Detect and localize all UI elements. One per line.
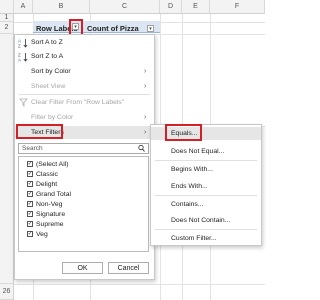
sort-z-to-a-item[interactable]: ZA Sort Z to A (15, 50, 154, 63)
custom-filter-item[interactable]: Custom Filter... (151, 232, 261, 245)
column-b-label: B (58, 3, 64, 10)
svg-text:A: A (18, 57, 21, 62)
clear-filter-label: Clear Filter From "Row Labels" (31, 99, 125, 106)
checkbox-checked-icon[interactable]: ✓ (27, 201, 33, 207)
row-2-label: 2 (4, 24, 9, 31)
column-header-a[interactable]: A (14, 0, 33, 14)
list-item[interactable]: ✓ Signature (27, 209, 65, 219)
column-header-b[interactable]: B (33, 0, 90, 14)
svg-text:Z: Z (18, 43, 21, 48)
chevron-down-icon: ▾ (149, 25, 152, 32)
checkbox-checked-icon[interactable]: ✓ (27, 221, 33, 227)
clear-filter-item[interactable]: Clear Filter From "Row Labels" (15, 96, 154, 109)
highlight-box (165, 124, 202, 141)
list-item[interactable]: ✓ Grand Total (27, 189, 71, 199)
ends-with-label: Ends With... (171, 183, 208, 190)
begins-with-label: Begins With... (171, 166, 213, 173)
chevron-right-icon: › (144, 83, 147, 90)
ends-with-item[interactable]: Ends With... (151, 180, 261, 193)
list-item-label: Veg (36, 230, 48, 238)
list-item[interactable]: ✓ Supreme (27, 219, 64, 229)
checkbox-checked-icon[interactable]: ✓ (27, 181, 33, 187)
list-item-label: Grand Total (36, 190, 72, 198)
cancel-button[interactable]: Cancel (108, 262, 149, 274)
menu-separator (155, 229, 257, 230)
column-header-c[interactable]: C (90, 0, 160, 14)
list-item-label: Supreme (36, 220, 64, 228)
list-item[interactable]: ✓ (Select All) (27, 159, 68, 169)
ok-button[interactable]: OK (62, 262, 103, 274)
sort-az-icon: AZ (15, 38, 31, 48)
sheet-view-item[interactable]: Sheet View › (15, 80, 154, 93)
filter-by-color-label: Filter by Color (31, 114, 74, 121)
custom-filter-label: Custom Filter... (171, 235, 217, 242)
sort-za-icon: ZA (15, 52, 31, 62)
gridline (14, 284, 265, 285)
search-placeholder: Search (22, 145, 43, 152)
row-header-26[interactable]: 26 (0, 284, 14, 300)
list-item-label: Signature (36, 210, 66, 218)
does-not-contain-item[interactable]: Does Not Contain... (151, 214, 261, 227)
column-f-label: F (234, 3, 240, 10)
sort-az-label: Sort A to Z (31, 39, 63, 46)
column-header-f[interactable]: F (210, 0, 265, 14)
contains-label: Contains... (171, 201, 204, 208)
menu-separator (155, 160, 257, 161)
checkbox-checked-icon[interactable]: ✓ (27, 161, 33, 167)
search-input[interactable]: Search (18, 143, 149, 154)
column-header-e[interactable]: E (182, 0, 210, 14)
checkbox-checked-icon[interactable]: ✓ (27, 231, 33, 237)
sort-za-label: Sort Z to A (31, 53, 64, 60)
row-header-2[interactable]: 2 (0, 22, 14, 34)
row-26-label: 26 (2, 288, 11, 295)
sort-by-color-label: Sort by Color (31, 68, 71, 75)
row-1-label: 1 (4, 14, 9, 21)
column-c-label: C (121, 3, 128, 10)
checkbox-checked-icon[interactable]: ✓ (27, 191, 33, 197)
list-item[interactable]: ✓ Veg (27, 229, 48, 239)
search-icon (138, 144, 145, 155)
menu-separator (155, 195, 257, 196)
does-not-equal-item[interactable]: Does Not Equal... (151, 145, 261, 158)
count-of-pizza-header: Count of Pizza (87, 24, 139, 33)
column-a-label: A (20, 3, 26, 10)
column-header-d[interactable]: D (160, 0, 182, 14)
column-e-label: E (193, 3, 198, 10)
list-item[interactable]: ✓ Non-Veg (27, 199, 62, 209)
list-item-label: Delight (36, 180, 58, 188)
does-not-contain-label: Does Not Contain... (171, 217, 231, 224)
contains-item[interactable]: Contains... (151, 198, 261, 211)
checkbox-checked-icon[interactable]: ✓ (27, 211, 33, 217)
begins-with-item[interactable]: Begins With... (151, 163, 261, 176)
filter-by-color-item[interactable]: Filter by Color › (15, 111, 154, 124)
clear-filter-icon (15, 98, 31, 107)
column-d-label: D (167, 3, 174, 10)
list-item-label: Non-Veg (36, 200, 63, 208)
chevron-right-icon: › (144, 114, 147, 121)
highlight-box (16, 124, 63, 139)
menu-separator (19, 94, 150, 95)
list-item[interactable]: ✓ Delight (27, 179, 57, 189)
list-item-label: Classic (36, 170, 58, 178)
list-item[interactable]: ✓ Classic (27, 169, 58, 179)
checkbox-checked-icon[interactable]: ✓ (27, 171, 33, 177)
does-not-equal-label: Does Not Equal... (171, 148, 225, 155)
sort-a-to-z-item[interactable]: AZ Sort A to Z (15, 36, 154, 49)
sheet-view-label: Sheet View (31, 83, 66, 90)
sort-by-color-item[interactable]: Sort by Color › (15, 65, 154, 78)
row-header-1[interactable]: 1 (0, 14, 14, 22)
text-filters-submenu: Equals... Does Not Equal... Begins With.… (150, 124, 262, 246)
filter-list[interactable]: ✓ (Select All) ✓ Classic ✓ Delight ✓ Grand T… (18, 156, 149, 252)
list-item-label: (Select All) (36, 160, 69, 168)
row-header-blank (0, 34, 14, 284)
select-all-corner[interactable] (0, 0, 14, 14)
chevron-right-icon: › (144, 68, 147, 75)
count-filter-button[interactable]: ▾ (147, 25, 154, 32)
